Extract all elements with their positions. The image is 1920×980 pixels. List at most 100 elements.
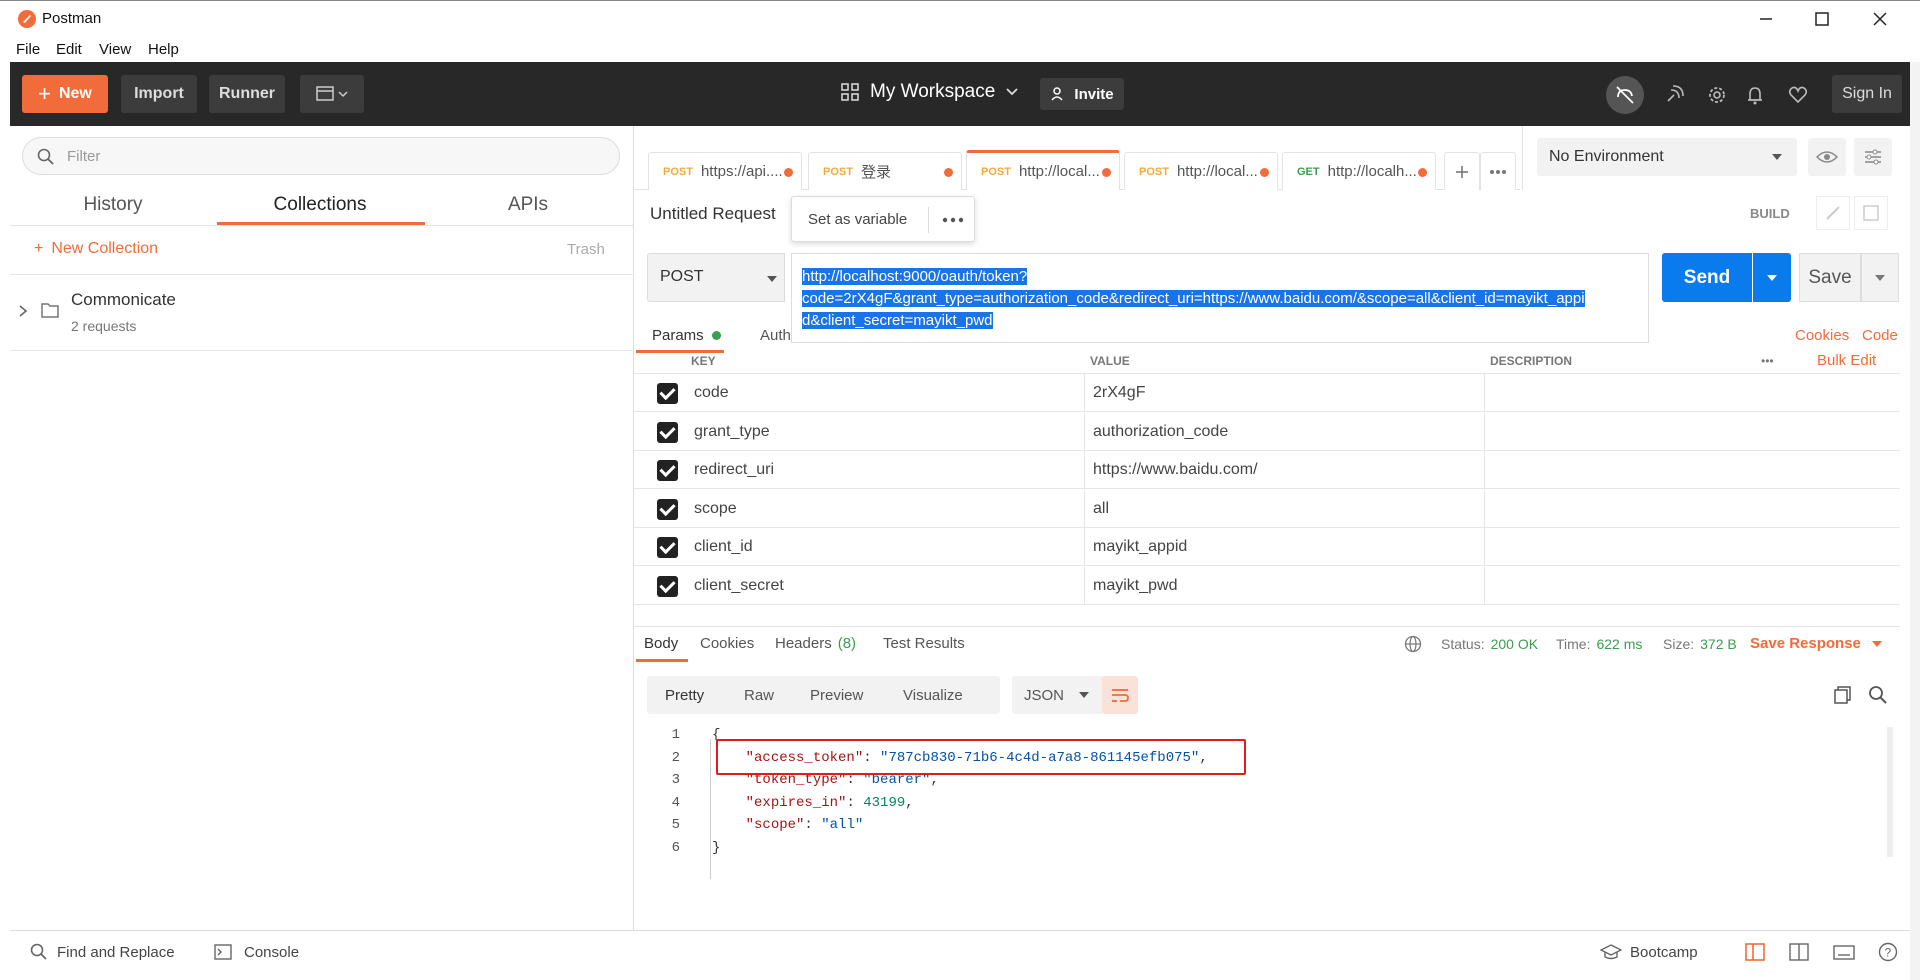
collection-name: Commonicate	[71, 290, 176, 309]
request-tab[interactable]: POST https://api....	[648, 152, 802, 190]
param-value[interactable]: mayikt_pwd	[1093, 577, 1177, 595]
pencil-icon[interactable]	[1816, 196, 1850, 230]
tab-collections[interactable]: Collections	[240, 194, 400, 216]
window-titlebar: Postman	[0, 0, 1920, 36]
param-value[interactable]: all	[1093, 500, 1109, 518]
param-key[interactable]: client_secret	[694, 577, 784, 595]
more-tabs-button[interactable]	[1480, 152, 1516, 190]
minimize-icon[interactable]	[1754, 9, 1778, 29]
menu-edit[interactable]: Edit	[56, 41, 82, 58]
unsaved-dot	[1260, 168, 1269, 177]
request-tab[interactable]: POST http://local...	[1124, 152, 1278, 190]
menu-file[interactable]: File	[16, 41, 40, 58]
satellite-icon[interactable]	[1660, 81, 1688, 109]
tab-apis[interactable]: APIs	[448, 194, 608, 216]
caret-down-icon	[767, 276, 777, 282]
ellipsis-icon	[1490, 169, 1506, 174]
param-row: scope all	[634, 489, 1900, 528]
filter-input[interactable]: Filter	[22, 137, 620, 175]
wrap-lines-icon[interactable]	[1102, 676, 1138, 714]
response-tab-tests[interactable]: Test Results	[883, 635, 965, 652]
workspace-switcher[interactable]: My Workspace	[840, 81, 1019, 103]
collection-item[interactable]: Commonicate 2 requests	[10, 276, 634, 351]
json-string: "all"	[821, 817, 864, 833]
param-value[interactable]: mayikt_appid	[1093, 538, 1187, 556]
menu-view[interactable]: View	[99, 41, 131, 58]
code-line: "expires_in": 43199,	[745, 794, 914, 811]
param-enabled-checkbox[interactable]	[657, 537, 678, 558]
response-tab-body[interactable]: Body	[644, 635, 678, 652]
maximize-icon[interactable]	[1810, 9, 1834, 29]
console-icon	[214, 944, 232, 960]
param-key[interactable]: redirect_uri	[694, 461, 774, 479]
sign-in-button[interactable]: Sign In	[1832, 75, 1902, 113]
param-value[interactable]: https://www.baidu.com/	[1093, 461, 1258, 479]
request-tab[interactable]: POST 登录	[808, 152, 962, 190]
menu-help[interactable]: Help	[148, 41, 179, 58]
response-tab-cookies[interactable]: Cookies	[700, 635, 754, 652]
request-name[interactable]: Untitled Request	[650, 204, 776, 224]
save-response-button[interactable]: Save Response	[1750, 635, 1883, 652]
param-value[interactable]: 2rX4gF	[1093, 384, 1145, 402]
param-key[interactable]: scope	[694, 500, 737, 518]
param-row: code 2rX4gF	[634, 374, 1900, 412]
environment-select[interactable]: No Environment	[1537, 138, 1797, 176]
view-preview[interactable]: Preview	[810, 687, 863, 704]
request-tab-active[interactable]: POST http://local...	[966, 150, 1120, 190]
close-window-icon[interactable]	[1868, 9, 1892, 29]
response-tab-headers[interactable]: Headers (8)	[775, 635, 856, 652]
find-replace-button[interactable]: Find and Replace	[57, 944, 175, 961]
filter-placeholder: Filter	[67, 148, 101, 165]
request-tab[interactable]: GET http://localh...	[1282, 152, 1436, 190]
view-visualize[interactable]: Visualize	[903, 687, 963, 704]
tab-params[interactable]: Params	[652, 327, 721, 344]
param-enabled-checkbox[interactable]	[657, 383, 678, 404]
send-button[interactable]: Send	[1662, 253, 1752, 302]
postman-logo-icon	[18, 10, 36, 28]
bootcamp-button[interactable]: Bootcamp	[1630, 944, 1698, 961]
new-window-button[interactable]	[300, 75, 364, 113]
new-collection-button[interactable]: + New Collection	[34, 240, 158, 258]
set-as-variable-button[interactable]: Set as variable	[808, 211, 907, 228]
save-options-button[interactable]	[1861, 253, 1899, 302]
param-enabled-checkbox[interactable]	[657, 460, 678, 481]
param-key[interactable]: client_id	[694, 538, 753, 556]
invite-button[interactable]: Invite	[1040, 78, 1124, 110]
param-enabled-checkbox[interactable]	[657, 498, 678, 520]
runner-button[interactable]: Runner	[209, 75, 285, 113]
code-link[interactable]: Code	[1862, 327, 1898, 344]
trash-button[interactable]: Trash	[567, 241, 605, 258]
sliders-icon[interactable]	[1854, 138, 1892, 176]
tab-history[interactable]: History	[33, 194, 193, 216]
document-icon[interactable]	[1854, 196, 1888, 230]
save-button[interactable]: Save	[1799, 253, 1861, 302]
heart-icon[interactable]	[1784, 81, 1812, 109]
ellipsis-icon[interactable]: •••	[1761, 354, 1774, 368]
param-enabled-checkbox[interactable]	[657, 421, 678, 443]
import-button[interactable]: Import	[121, 75, 197, 113]
new-button[interactable]: + New	[22, 75, 108, 113]
param-enabled-checkbox[interactable]	[657, 575, 678, 597]
view-raw[interactable]: Raw	[744, 687, 774, 704]
add-tab-button[interactable]	[1444, 152, 1480, 190]
tab-auth[interactable]: Auth	[760, 327, 791, 344]
cookies-link[interactable]: Cookies	[1795, 327, 1849, 344]
param-value[interactable]: authorization_code	[1093, 423, 1228, 441]
bell-icon[interactable]	[1741, 81, 1769, 109]
method-select[interactable]: POST	[647, 253, 785, 302]
search-icon	[1869, 686, 1887, 704]
bulk-edit-link[interactable]: Bulk Edit	[1817, 352, 1876, 369]
console-button[interactable]: Console	[244, 944, 299, 961]
url-input[interactable]: http://localhost:9000/oauth/token? code=…	[791, 253, 1649, 343]
view-pretty[interactable]: Pretty	[665, 687, 704, 704]
settings-gear-icon[interactable]	[1703, 81, 1731, 109]
response-scrollbar[interactable]	[1887, 727, 1893, 857]
param-key[interactable]: grant_type	[694, 423, 770, 441]
param-key[interactable]: code	[694, 384, 729, 402]
copy-icon	[1834, 686, 1851, 704]
unsaved-dot	[944, 168, 953, 177]
format-select[interactable]: JSON	[1012, 676, 1104, 714]
eye-icon[interactable]	[1808, 138, 1846, 176]
sync-off-icon[interactable]	[1606, 76, 1644, 114]
send-options-button[interactable]	[1753, 253, 1791, 302]
